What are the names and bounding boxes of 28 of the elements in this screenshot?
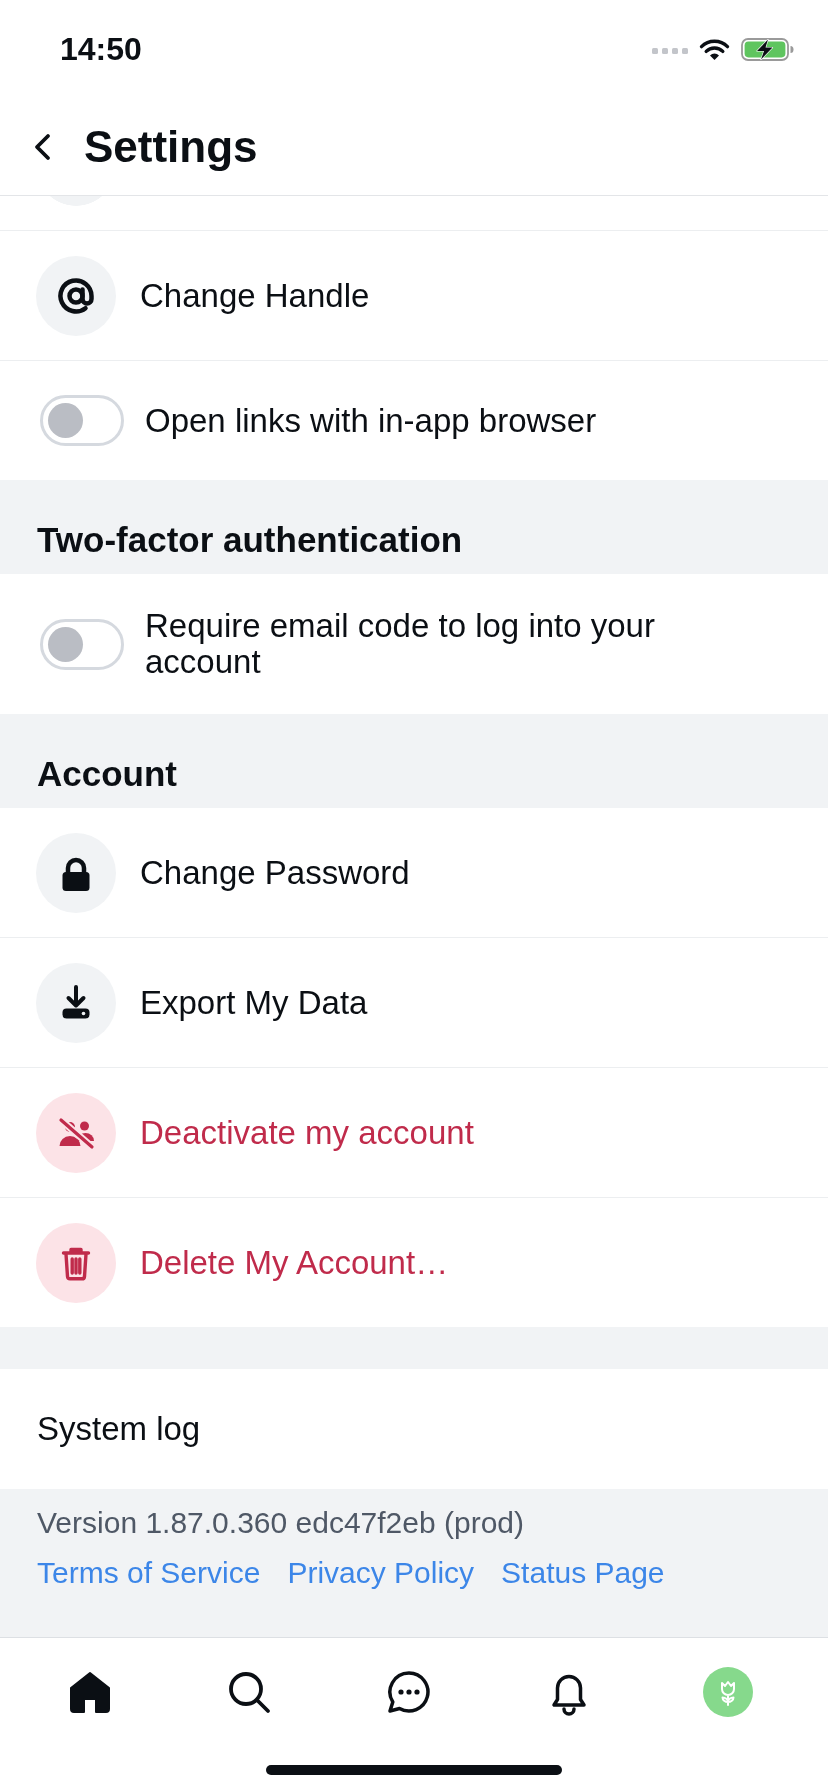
footer-link[interactable]: Terms of Service	[37, 1555, 261, 1591]
toggle-label: Open links with in-app browser	[145, 402, 598, 439]
version-text: Version 1.87.0.360 edc47f2eb (prod)	[37, 1505, 526, 1541]
chat-bubble-icon[interactable]	[385, 1668, 433, 1716]
footer-link[interactable]: Privacy Policy	[287, 1555, 475, 1591]
settings-item[interactable]: System log	[0, 1369, 828, 1489]
settings-item[interactable]: Deactivate my account	[0, 1067, 828, 1197]
back-icon[interactable]	[33, 132, 51, 161]
section-heading: Two-factor authentication	[37, 520, 464, 560]
section-heading: Account	[37, 754, 178, 794]
toggle-label: Require email code to log into your account	[145, 608, 656, 680]
download-icon	[36, 962, 116, 1043]
wifi-icon	[699, 37, 730, 61]
settings-item[interactable]: Change Handle	[0, 230, 828, 360]
footer-link[interactable]: Status Page	[501, 1555, 665, 1591]
people-crossed-icon	[36, 1092, 116, 1173]
settings-item[interactable]: Delete My Account…	[0, 1197, 828, 1327]
toggle-switch[interactable]	[40, 618, 124, 670]
status-time: 14:50	[60, 31, 142, 67]
signal-icon	[652, 48, 688, 54]
battery-charging-icon	[741, 37, 794, 61]
at-sign-icon	[36, 255, 116, 336]
lock-icon	[36, 832, 116, 913]
toggle-switch[interactable]	[40, 395, 124, 446]
page-title: Settings	[84, 120, 258, 173]
settings-item[interactable]: Export My Data	[0, 937, 828, 1067]
settings-item[interactable]: Change Password	[0, 808, 828, 937]
trash-icon	[36, 1222, 116, 1303]
